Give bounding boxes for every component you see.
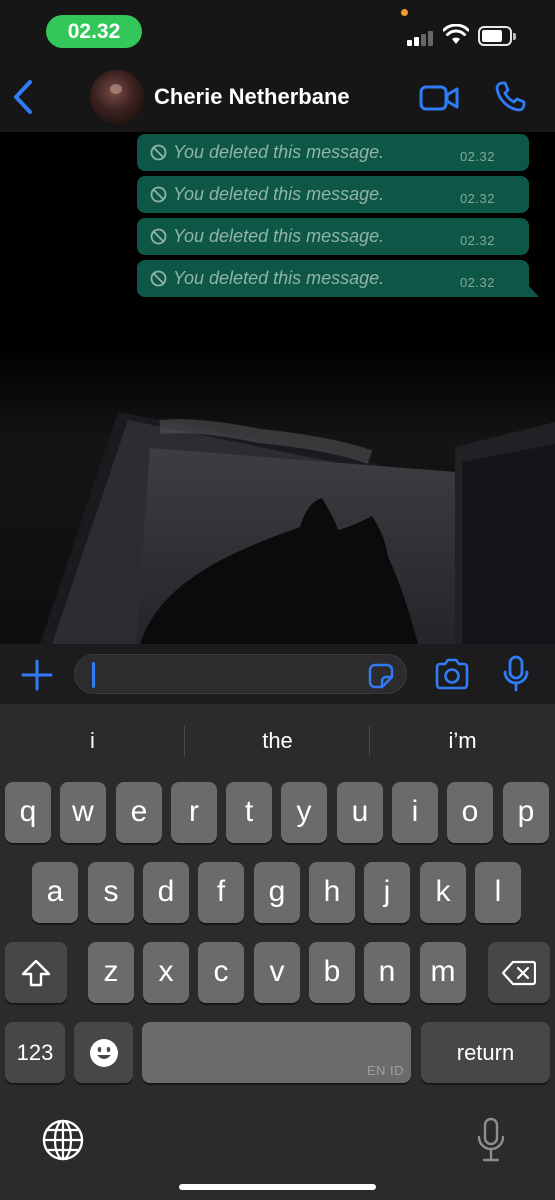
- camera-icon[interactable]: [433, 657, 471, 691]
- emoji-key[interactable]: [74, 1022, 133, 1083]
- dictation-icon[interactable]: [476, 1117, 506, 1163]
- key-l[interactable]: l: [475, 862, 521, 923]
- delete-key[interactable]: [488, 942, 550, 1003]
- key-i[interactable]: i: [392, 782, 438, 843]
- numbers-key[interactable]: 123: [5, 1022, 65, 1083]
- message-time: 02.32: [459, 275, 495, 290]
- emoji-icon: [89, 1038, 118, 1067]
- key-h[interactable]: h: [309, 862, 355, 923]
- key-g[interactable]: g: [254, 862, 300, 923]
- key-k[interactable]: k: [420, 862, 466, 923]
- signal-icon: [407, 28, 435, 46]
- message-bubble[interactable]: You deleted this message. 02.32: [137, 134, 529, 171]
- key-w[interactable]: w: [60, 782, 106, 843]
- deleted-icon: [150, 144, 167, 161]
- space-key[interactable]: EN ID: [142, 1022, 411, 1083]
- message-text: You deleted this message.: [173, 268, 385, 288]
- chat-messages-area[interactable]: You deleted this message. 02.32 You dele…: [0, 132, 555, 644]
- keyboard-language: EN ID: [366, 1063, 404, 1078]
- key-f[interactable]: f: [198, 862, 244, 923]
- key-d[interactable]: d: [143, 862, 189, 923]
- key-y[interactable]: y: [281, 782, 327, 843]
- key-o[interactable]: o: [447, 782, 493, 843]
- key-q[interactable]: q: [5, 782, 51, 843]
- suggestion-item[interactable]: i: [0, 720, 185, 762]
- contact-name[interactable]: Cherie Netherbane: [154, 84, 350, 110]
- message-bubble[interactable]: You deleted this message. 02.32: [137, 260, 539, 297]
- privacy-indicator-dot: [401, 9, 408, 16]
- text-caret: [92, 662, 95, 688]
- home-indicator[interactable]: [179, 1184, 376, 1190]
- plus-icon[interactable]: [20, 658, 54, 692]
- key-r[interactable]: r: [171, 782, 217, 843]
- microphone-icon[interactable]: [502, 655, 530, 693]
- status-bar: 02.32: [0, 0, 555, 62]
- key-m[interactable]: m: [420, 942, 466, 1003]
- suggestion-item[interactable]: i’m: [370, 720, 555, 762]
- key-a[interactable]: a: [32, 862, 78, 923]
- key-s[interactable]: s: [88, 862, 134, 923]
- phone-icon[interactable]: [493, 80, 527, 114]
- keyboard: i the i’m q w e r t y u i o p a s d f g …: [0, 704, 555, 1200]
- message-bubble[interactable]: You deleted this message. 02.32: [137, 176, 529, 213]
- message-text: You deleted this message.: [173, 142, 385, 162]
- globe-icon[interactable]: [41, 1118, 85, 1162]
- delete-icon: [502, 960, 536, 985]
- message-list: You deleted this message. 02.32 You dele…: [137, 134, 539, 302]
- video-call-icon[interactable]: [418, 82, 460, 114]
- message-input[interactable]: [74, 654, 407, 694]
- message-time: 02.32: [459, 233, 495, 248]
- chat-wallpaper: [40, 412, 555, 644]
- key-p[interactable]: p: [503, 782, 549, 843]
- message-time: 02.32: [459, 191, 495, 206]
- key-u[interactable]: u: [337, 782, 383, 843]
- key-j[interactable]: j: [364, 862, 410, 923]
- key-v[interactable]: v: [254, 942, 300, 1003]
- key-c[interactable]: c: [198, 942, 244, 1003]
- deleted-icon: [150, 270, 167, 287]
- key-z[interactable]: z: [88, 942, 134, 1003]
- key-b[interactable]: b: [309, 942, 355, 1003]
- sticker-icon[interactable]: [368, 663, 394, 689]
- status-time[interactable]: 02.32: [46, 15, 142, 48]
- chat-header: Cherie Netherbane: [0, 62, 555, 132]
- message-bubble[interactable]: You deleted this message. 02.32: [137, 218, 529, 255]
- return-key[interactable]: return: [421, 1022, 550, 1083]
- deleted-icon: [150, 186, 167, 203]
- key-e[interactable]: e: [116, 782, 162, 843]
- battery-icon: [478, 26, 516, 46]
- message-text: You deleted this message.: [173, 226, 385, 246]
- message-text: You deleted this message.: [173, 184, 385, 204]
- message-input-bar: [0, 644, 555, 704]
- shift-icon: [21, 959, 51, 986]
- deleted-icon: [150, 228, 167, 245]
- message-time: 02.32: [459, 149, 495, 164]
- key-x[interactable]: x: [143, 942, 189, 1003]
- back-chevron-icon[interactable]: [6, 74, 46, 120]
- key-n[interactable]: n: [364, 942, 410, 1003]
- suggestion-bar: i the i’m: [0, 720, 555, 762]
- key-t[interactable]: t: [226, 782, 272, 843]
- shift-key[interactable]: [5, 942, 67, 1003]
- suggestion-item[interactable]: the: [185, 720, 370, 762]
- avatar[interactable]: [90, 70, 144, 124]
- wifi-icon: [443, 24, 469, 44]
